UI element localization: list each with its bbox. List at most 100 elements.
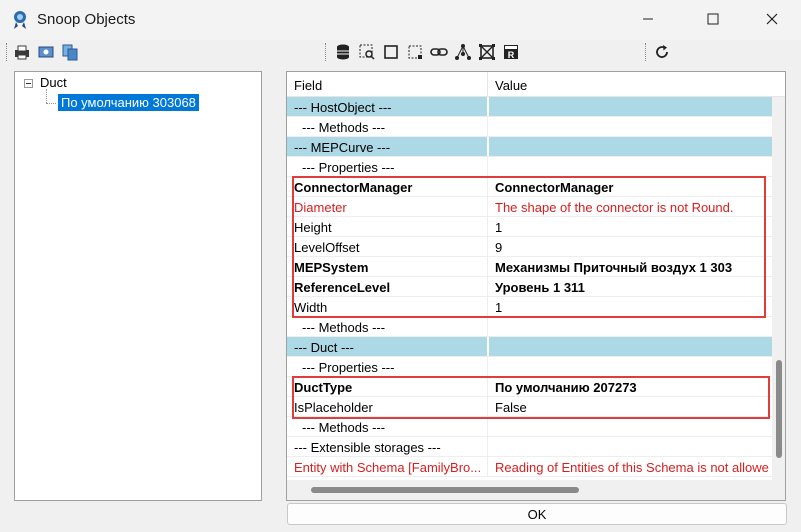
value-cell: 9 <box>495 240 503 255</box>
field-cell: --- Methods --- <box>302 420 386 435</box>
value-cell: Механизмы Приточный воздух 1 303 <box>495 260 733 275</box>
cell-divider <box>487 457 488 476</box>
table-row[interactable]: --- Properties --- <box>287 357 772 377</box>
table-row[interactable]: --- Methods --- <box>287 417 772 437</box>
copy-icon[interactable] <box>61 43 79 61</box>
table-row[interactable]: --- Properties --- <box>287 157 772 177</box>
snoop-selection-icon[interactable] <box>358 43 376 61</box>
table-row[interactable]: LevelOffset 9 <box>287 237 772 257</box>
cell-divider <box>487 217 488 236</box>
column-header-value[interactable]: Value <box>495 78 527 93</box>
close-button[interactable] <box>749 0 795 40</box>
cell-divider <box>487 437 488 456</box>
table-row[interactable]: Width 1 <box>287 297 772 317</box>
maximize-icon <box>707 13 719 28</box>
field-cell: DuctType <box>294 380 353 395</box>
maximize-button[interactable] <box>690 0 736 40</box>
property-grid[interactable]: Field Value --- HostObject --- --- Method… <box>286 71 786 501</box>
cell-divider <box>487 117 488 136</box>
minimize-icon <box>642 13 654 28</box>
vertical-scrollbar[interactable] <box>772 97 785 480</box>
snoop-link-icon[interactable] <box>430 43 448 61</box>
scrollbar-corner <box>772 480 785 500</box>
table-row[interactable]: Diameter The shape of the connector is no… <box>287 197 772 217</box>
horizontal-scroll-thumb[interactable] <box>311 487 579 493</box>
tree-node-duct[interactable]: Duct <box>40 75 67 90</box>
close-icon <box>766 13 778 28</box>
horizontal-scrollbar[interactable] <box>287 480 772 500</box>
ok-button[interactable]: OK <box>287 503 787 525</box>
snoop-view-icon[interactable] <box>478 43 496 61</box>
grid-header: Field Value <box>287 72 785 97</box>
field-cell: ConnectorManager <box>294 180 413 195</box>
table-row[interactable]: IsPlaceholder False <box>287 397 772 417</box>
minimize-button[interactable] <box>625 0 671 40</box>
cell-divider <box>487 257 488 276</box>
table-row[interactable]: --- HostObject --- <box>287 97 772 117</box>
table-row[interactable]: --- Extensible storages --- <box>287 437 772 457</box>
snoop-pick-face-icon[interactable] <box>406 43 424 61</box>
table-row[interactable]: --- Methods --- <box>287 317 772 337</box>
vertical-scroll-thumb[interactable] <box>776 360 782 458</box>
field-cell: Width <box>294 300 328 315</box>
field-cell: --- Methods --- <box>302 320 386 335</box>
table-row[interactable]: --- MEPCurve --- <box>287 137 772 157</box>
table-row[interactable]: ReferenceLevel Уровень 1 311 <box>287 277 772 297</box>
print-icon[interactable] <box>13 43 31 61</box>
table-row[interactable]: Entity with Schema [FamilyBro... Reading … <box>287 457 772 477</box>
table-row[interactable]: --- Methods --- <box>287 117 772 137</box>
toolbar: R <box>0 40 801 64</box>
table-row[interactable]: --- Duct --- <box>287 337 772 357</box>
value-cell: Reading of Entities of this Schema is no… <box>495 460 769 475</box>
print-preview-icon[interactable] <box>37 43 55 61</box>
field-cell: ReferenceLevel <box>294 280 391 295</box>
value-cell: 1 <box>495 300 503 315</box>
cell-divider <box>487 197 488 216</box>
value-cell: False <box>495 400 527 415</box>
value-cell: The shape of the connector is not Round. <box>495 200 734 215</box>
revit-lookup-icon <box>11 10 29 30</box>
snoop-db-icon[interactable] <box>334 43 352 61</box>
column-header-field[interactable]: Field <box>294 78 322 93</box>
field-cell: Height <box>294 220 332 235</box>
cell-divider <box>487 317 488 336</box>
field-cell: --- Duct --- <box>294 340 354 355</box>
snoop-element-icon[interactable] <box>382 43 400 61</box>
field-cell: --- Extensible storages --- <box>294 440 441 455</box>
collapse-icon[interactable] <box>24 79 33 88</box>
cell-divider <box>487 297 488 316</box>
field-cell: LevelOffset <box>294 240 360 255</box>
cell-divider <box>487 137 489 156</box>
toolbar-grip <box>6 43 7 61</box>
field-cell: MEPSystem <box>294 260 369 275</box>
field-cell: --- Properties --- <box>302 360 395 375</box>
toolbar-separator <box>325 43 326 61</box>
cell-divider <box>487 377 488 396</box>
cell-divider <box>487 417 488 436</box>
cell-divider <box>487 177 488 196</box>
tree-node-selected[interactable]: По умолчанию 303068 <box>58 94 199 111</box>
table-row[interactable]: Height 1 <box>287 217 772 237</box>
cell-divider <box>487 337 489 356</box>
table-row[interactable]: DuctType По умолчанию 207273 <box>287 377 772 397</box>
tree-connector <box>46 89 47 103</box>
table-row[interactable]: MEPSystem Механизмы Приточный воздух 1 30… <box>287 257 772 277</box>
tree-connector <box>46 103 56 104</box>
table-row[interactable]: ConnectorManager ConnectorManager <box>287 177 772 197</box>
grid-body: --- HostObject --- --- Methods --- --- MEP… <box>287 97 772 480</box>
value-cell: ConnectorManager <box>495 180 614 195</box>
column-divider[interactable] <box>487 72 488 97</box>
field-cell: --- Properties --- <box>302 160 395 175</box>
field-cell: --- Methods --- <box>302 120 386 135</box>
value-cell: 1 <box>495 220 503 235</box>
cell-divider <box>487 237 488 256</box>
toolbar-separator <box>645 43 646 61</box>
cell-divider <box>487 357 488 376</box>
title-bar: Snoop Objects <box>0 0 801 40</box>
cell-divider <box>487 97 489 116</box>
refresh-icon[interactable] <box>653 43 671 61</box>
object-tree[interactable]: Duct По умолчанию 303068 <box>14 71 262 501</box>
snoop-dependents-icon[interactable] <box>454 43 472 61</box>
snoop-revit-app-icon[interactable]: R <box>502 43 520 61</box>
svg-text:R: R <box>508 50 515 60</box>
